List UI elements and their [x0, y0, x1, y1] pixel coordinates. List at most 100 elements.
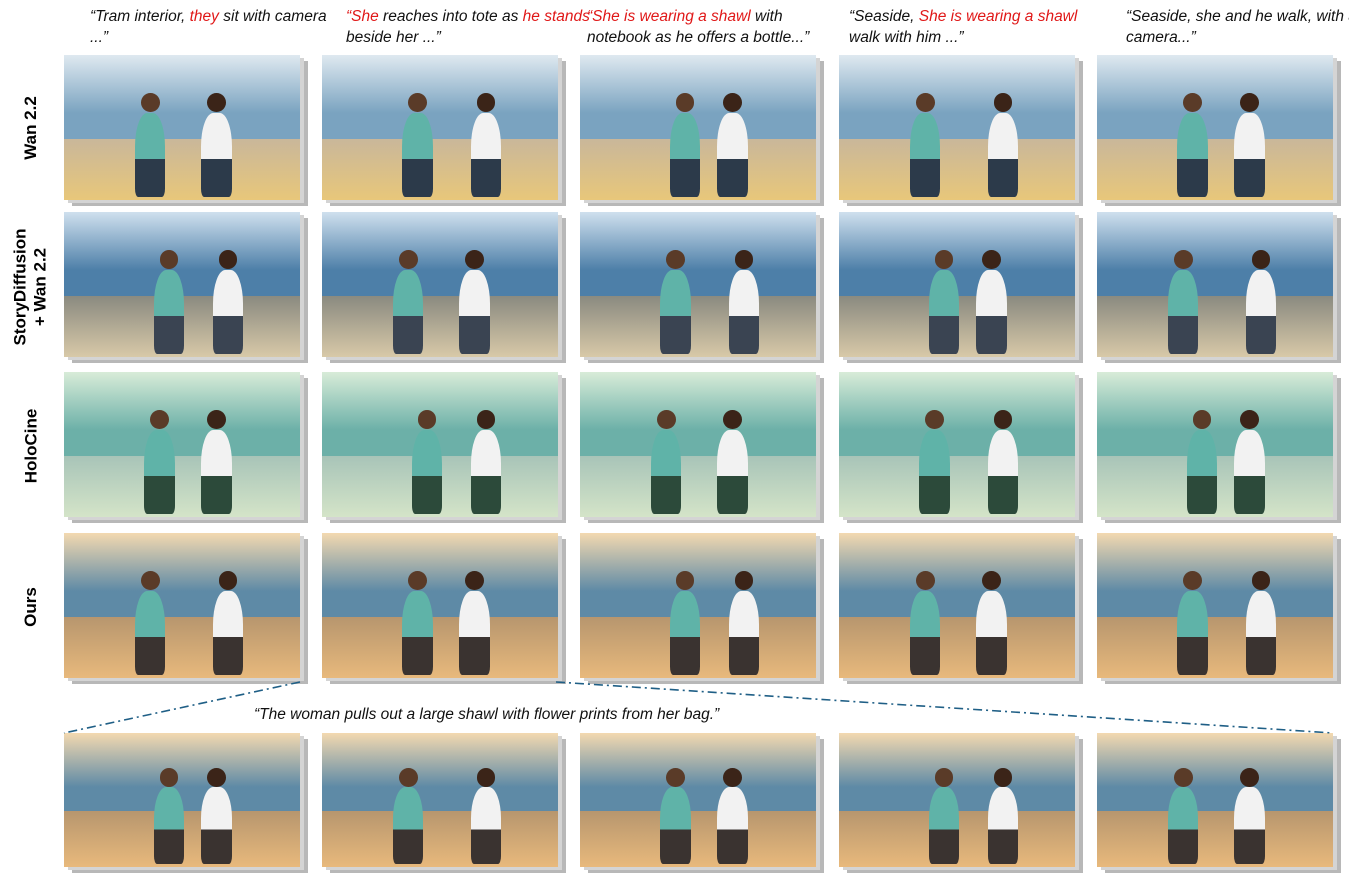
video-frame	[839, 55, 1075, 200]
woman-figure	[669, 113, 701, 198]
caption-text: “Seaside,	[849, 8, 919, 25]
video-frame	[1097, 55, 1333, 200]
scene-sky	[322, 372, 558, 430]
grid-frame-r3-c2	[322, 372, 566, 523]
figure-head	[1183, 570, 1202, 590]
detail-frame-2	[322, 733, 566, 873]
figure-head	[206, 409, 226, 429]
scene-sky	[64, 733, 300, 787]
scene-sky	[64, 372, 300, 430]
scene-sky	[580, 212, 816, 270]
man-figure	[1233, 786, 1265, 865]
row-label-line: StoryDiffusion	[11, 228, 31, 346]
woman-figure	[928, 786, 960, 865]
scene-sky	[322, 733, 558, 787]
caption-text: She is wearing a shawl	[918, 8, 1078, 25]
woman-figure	[392, 786, 424, 865]
caption-text: they	[189, 8, 219, 25]
figure-head	[1183, 92, 1202, 112]
figure-head	[981, 249, 1001, 269]
scene-water	[580, 430, 816, 457]
caption-text: beside her ...”	[346, 29, 441, 46]
video-frame	[839, 212, 1075, 357]
woman-figure	[1167, 786, 1199, 865]
caption-text: reaches into tote as	[378, 8, 523, 25]
scene-ground	[322, 810, 558, 867]
video-frame	[1097, 212, 1333, 357]
figure-head	[915, 570, 935, 590]
man-figure	[470, 430, 502, 515]
scene-sky	[839, 212, 1075, 270]
caption-text: “She	[346, 8, 379, 25]
scene-sky	[580, 733, 816, 787]
video-frame	[64, 372, 300, 517]
scene-sky	[1097, 55, 1333, 113]
figure-head	[150, 409, 169, 429]
figure-head	[1173, 767, 1193, 787]
scene-water	[64, 430, 300, 457]
figure-head	[476, 92, 496, 112]
figure-head	[666, 249, 685, 269]
figure-head	[206, 767, 226, 787]
man-figure	[728, 591, 760, 676]
scene-water	[1097, 591, 1333, 618]
video-frame	[322, 533, 558, 678]
scene-water	[322, 270, 558, 297]
woman-figure	[1186, 430, 1218, 515]
scene-water	[322, 591, 558, 618]
woman-figure	[928, 270, 960, 355]
woman-figure	[134, 591, 166, 676]
woman-figure	[650, 430, 682, 515]
man-figure	[458, 591, 490, 676]
caption-shot-1: “Tram interior, they sit with camera ...…	[90, 6, 340, 48]
man-figure	[470, 786, 502, 865]
scene-sky	[64, 55, 300, 113]
woman-figure	[144, 430, 175, 515]
detail-frame-1	[64, 733, 308, 873]
scene-ground	[64, 617, 300, 678]
figure-head	[1239, 409, 1259, 429]
video-frame	[839, 372, 1075, 517]
video-frame	[64, 533, 300, 678]
row-label-holocine: HoloCine	[21, 408, 41, 484]
video-frame	[580, 733, 816, 867]
figure-head	[734, 249, 754, 269]
detail-frame-3	[580, 733, 824, 873]
scene-ground	[839, 456, 1075, 517]
caption-shot-5: “Seaside, she and he walk, with a camera…	[1126, 6, 1349, 48]
scene-ground	[1097, 617, 1333, 678]
grid-frame-r4-c3	[580, 533, 824, 684]
scene-sky	[1097, 533, 1333, 591]
woman-figure	[411, 430, 443, 515]
video-frame	[322, 212, 558, 357]
scene-water	[1097, 270, 1333, 297]
scene-ground	[580, 456, 816, 517]
figure-head	[476, 409, 496, 429]
caption-text: walk with him ...”	[849, 29, 964, 46]
scene-sky	[1097, 733, 1333, 787]
grid-frame-r4-c2	[322, 533, 566, 684]
figure-head	[722, 92, 742, 112]
woman-figure	[1177, 113, 1208, 198]
caption-text: “Tram interior,	[90, 8, 190, 25]
scene-sky	[322, 55, 558, 113]
video-frame	[839, 533, 1075, 678]
figure-head	[934, 767, 954, 787]
man-figure	[975, 591, 1007, 676]
figure-head	[464, 249, 484, 269]
scene-ground	[1097, 810, 1333, 867]
figure-head	[1239, 767, 1259, 787]
figure-head	[993, 92, 1013, 112]
figure-head	[1251, 249, 1271, 269]
figure-head	[734, 570, 754, 590]
figure-head	[464, 570, 484, 590]
grid-frame-r1-c5	[1097, 55, 1341, 206]
figure-head	[218, 249, 238, 269]
grid-frame-r3-c1	[64, 372, 308, 523]
video-frame	[322, 55, 558, 200]
man-figure	[716, 113, 748, 198]
figure-head	[398, 249, 418, 269]
scene-ground	[322, 139, 558, 200]
scene-sky	[322, 533, 558, 591]
scene-water	[64, 591, 300, 618]
